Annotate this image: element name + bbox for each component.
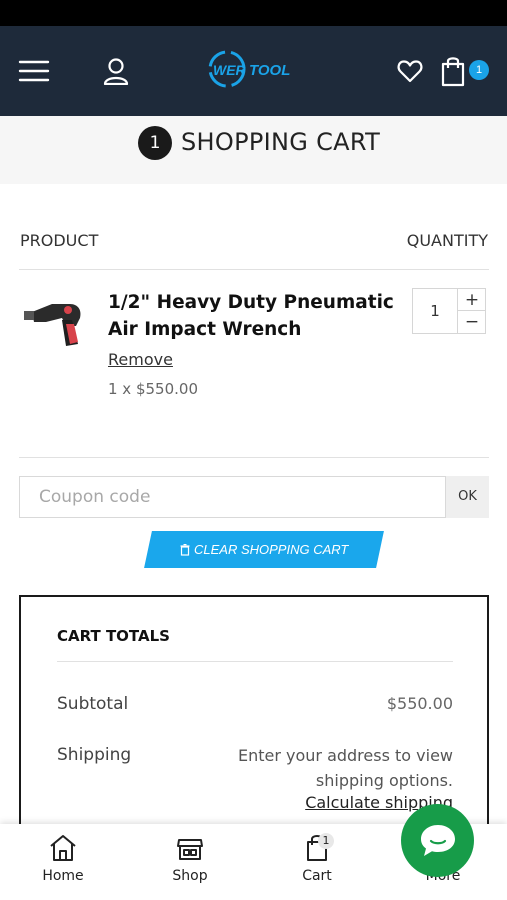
status-bar: [0, 0, 507, 26]
remove-item-link[interactable]: Remove: [108, 350, 173, 369]
step-number: 1: [138, 126, 172, 160]
shopping-bag-icon[interactable]: [436, 52, 470, 90]
nav-home-label: Home: [42, 868, 84, 884]
nav-cart-count: 1: [318, 833, 334, 849]
coupon-code-input[interactable]: [19, 476, 446, 518]
chat-icon: [420, 824, 455, 856]
clear-cart-label: CLEAR SHOPPING CART: [193, 542, 349, 557]
column-header-quantity: QUANTITY: [406, 231, 488, 250]
nav-cart-label: Cart: [302, 868, 332, 884]
shipping-info-text: Enter your address to view shipping opti…: [237, 746, 453, 790]
quantity-plus-button[interactable]: +: [458, 289, 486, 311]
nav-shop-label: Shop: [172, 868, 208, 884]
menu-icon[interactable]: [16, 56, 52, 86]
site-header: WER TOOL 1: [0, 26, 507, 116]
trash-icon: [180, 543, 190, 556]
svg-text:TOOL: TOOL: [249, 62, 290, 79]
quantity-buttons: + −: [457, 289, 486, 333]
cart-totals-title: CART TOTALS: [57, 627, 170, 645]
user-icon[interactable]: [100, 54, 132, 88]
nav-home[interactable]: Home: [23, 832, 103, 894]
home-icon: [50, 835, 76, 861]
divider: [19, 269, 489, 270]
item-price-line: 1 x $550.00: [108, 380, 198, 398]
divider: [19, 457, 489, 458]
apply-coupon-button[interactable]: OK: [446, 476, 489, 518]
brand-logo[interactable]: WER TOOL: [205, 46, 305, 92]
svg-text:WER: WER: [213, 62, 247, 78]
quantity-stepper[interactable]: 1 + −: [412, 288, 486, 334]
chat-button[interactable]: [401, 804, 474, 877]
nav-cart[interactable]: 1 Cart: [277, 832, 357, 894]
product-name[interactable]: 1/2" Heavy Duty Pneumatic Air Impact Wre…: [108, 289, 398, 343]
page-title: SHOPPING CART: [181, 128, 381, 156]
quantity-minus-button[interactable]: −: [458, 311, 486, 333]
subtotal-label: Subtotal: [57, 694, 129, 714]
heart-icon[interactable]: [394, 56, 426, 86]
nav-shop[interactable]: Shop: [150, 832, 230, 894]
cart-count-badge: 1: [469, 60, 489, 80]
quantity-value[interactable]: 1: [413, 289, 457, 333]
divider: [57, 661, 453, 662]
shop-icon: [177, 839, 203, 860]
page-title-band: 1 SHOPPING CART: [0, 116, 507, 184]
product-thumbnail[interactable]: [22, 290, 94, 352]
column-header-product: PRODUCT: [20, 231, 99, 250]
shipping-label: Shipping: [57, 745, 132, 765]
subtotal-value: $550.00: [386, 694, 453, 713]
clear-shopping-cart-button[interactable]: CLEAR SHOPPING CART: [144, 531, 384, 568]
